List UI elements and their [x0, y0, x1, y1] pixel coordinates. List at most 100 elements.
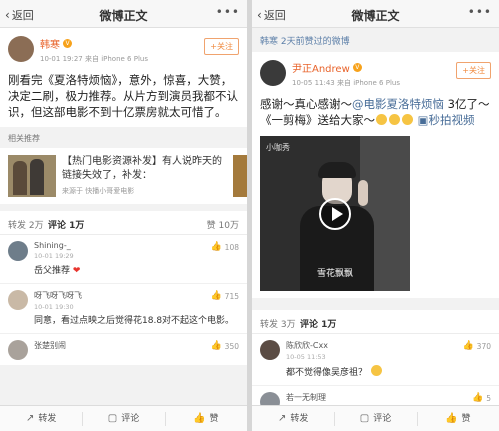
post-author: 尹正Andrew V 10-05 11:43 来自 iPhone 6 Plus … [260, 60, 491, 88]
comment-button[interactable]: ▢ 评论 [82, 406, 164, 431]
comment-like-count: 715 [224, 291, 239, 301]
comment-item: 呀飞呀飞呀飞 10-01 19:30 同意，看过点映之后觉得花18.8对不起这个… [0, 284, 247, 334]
post-meta: 10-05 11:43 来自 iPhone 6 Plus [292, 79, 400, 87]
bottom-action-bar: ↗ 转发 ▢ 评论 👍 赞 [252, 405, 499, 431]
comment-label: 评论 [373, 414, 392, 424]
follow-button[interactable]: +关注 [456, 62, 491, 79]
comment-item: 陈欣欣-Cxx 10-05 11:53 都不觉得像吴彦祖？ 👍 370 [252, 334, 499, 386]
post-text-part: 感谢～真心感谢～ [260, 97, 352, 111]
like-label: 赞 [461, 414, 471, 424]
repost-button[interactable]: ↗ 转发 [252, 406, 334, 431]
comment-time: 10-05 11:53 [286, 353, 326, 361]
emoji-icon [370, 365, 382, 376]
thumbs-up-icon: 👍 [210, 291, 222, 301]
comment-like-button[interactable]: 👍 715 [210, 291, 239, 301]
thumbs-up-icon: 👍 [210, 341, 222, 351]
comment-like-count: 350 [224, 341, 239, 351]
left-screen: ‹ 返回 微博正文 ••• 韩寒 V 10-01 19:27 来自 iPhone… [0, 0, 247, 431]
comment-text: 都不觉得像吴彦祖？ [286, 368, 368, 378]
author-name[interactable]: 韩寒 [40, 36, 60, 51]
comment-author[interactable]: 张楚别闹 [34, 340, 66, 351]
interaction-tabs: 转发 2万 评论 1万 赞 10万 [0, 211, 247, 238]
comment-time: 10-01 19:30 [34, 303, 74, 311]
repost-button[interactable]: ↗ 转发 [0, 406, 82, 431]
tab-comments[interactable]: 评论 1万 [48, 218, 84, 238]
back-label: 返回 [263, 9, 286, 22]
video-player[interactable]: 小咖秀 雪花飘飘 [260, 136, 410, 291]
avatar[interactable] [8, 290, 28, 310]
comment-like-button[interactable]: 👍 5 [472, 393, 491, 403]
chevron-left-icon: ‹ [5, 8, 10, 22]
avatar[interactable] [260, 60, 286, 86]
comment-time: 10-01 19:29 [34, 252, 74, 260]
comment-like-button[interactable]: 👍 108 [210, 242, 239, 252]
bottom-action-bar: ↗ 转发 ▢ 评论 👍 赞 [0, 405, 247, 431]
rec-next-thumbnail[interactable] [233, 155, 247, 197]
rec-text: 【热门电影资源补发】有人说昨天的链接失效了，补发： [62, 156, 222, 181]
post-meta: 10-01 19:27 来自 iPhone 6 Plus [40, 55, 148, 63]
video-link-icon[interactable]: ▣ [414, 113, 429, 127]
tab-repost[interactable]: 转发 2万 [8, 218, 44, 231]
weibo-post: 韩寒 V 10-01 19:27 来自 iPhone 6 Plus +关注 刚看… [0, 28, 247, 127]
back-button[interactable]: ‹ 返回 [257, 7, 286, 23]
more-icon[interactable]: ••• [468, 5, 492, 19]
verified-badge-icon: V [63, 39, 72, 48]
related-section-label: 相关推荐 [0, 127, 247, 148]
rec-source: 来源于 快播小哥爱电影 [62, 187, 135, 195]
comment-icon: ▢ [359, 413, 370, 424]
comment-item: Shining-_ 10-01 19:29 岳父推荐 ❤ 👍 108 [0, 235, 247, 284]
back-button[interactable]: ‹ 返回 [5, 7, 34, 23]
like-button[interactable]: 👍 赞 [164, 406, 247, 431]
thumbs-up-icon: 👍 [472, 393, 484, 403]
thumbs-up-icon: 👍 [193, 413, 206, 424]
avatar[interactable] [8, 340, 28, 360]
comment-author[interactable]: 呀飞呀飞呀飞 [34, 290, 82, 301]
repost-label: 转发 [290, 414, 309, 424]
post-author: 韩寒 V 10-01 19:27 来自 iPhone 6 Plus +关注 [8, 36, 239, 64]
avatar[interactable] [8, 36, 34, 62]
repost-icon: ↗ [25, 413, 35, 424]
thumbs-up-icon: 👍 [210, 242, 222, 252]
back-label: 返回 [11, 9, 34, 22]
video-link[interactable]: 秒拍视频 [429, 113, 475, 127]
follow-button[interactable]: +关注 [204, 38, 239, 55]
tab-repost[interactable]: 转发 3万 [260, 317, 296, 330]
comment-like-count: 108 [224, 242, 239, 252]
video-caption: 雪花飘飘 [316, 269, 353, 279]
comment-like-button[interactable]: 👍 370 [462, 341, 491, 351]
mention-link[interactable]: @电影夏洛特烦恼 [352, 97, 444, 111]
comment-text: 岳父推荐 [34, 266, 71, 276]
recommended-post[interactable]: 【热门电影资源补发】有人说昨天的链接失效了，补发： 来源于 快播小哥爱电影 [0, 148, 247, 204]
top-nav-bar: ‹ 返回 微博正文 ••• [252, 0, 499, 28]
avatar[interactable] [260, 340, 280, 360]
like-button[interactable]: 👍 赞 [416, 406, 499, 431]
comment-author[interactable]: Shining-_ [34, 241, 74, 250]
comment-item: 张楚别闹 👍 350 [0, 334, 247, 365]
author-name[interactable]: 尹正Andrew [292, 60, 350, 75]
thumbs-up-icon: 👍 [462, 341, 474, 351]
liked-by-note[interactable]: 韩寒 2天前赞过的微博 [252, 28, 499, 52]
avatar[interactable] [8, 241, 28, 261]
rec-thumbnail [8, 155, 56, 197]
right-screen: ‹ 返回 微博正文 ••• 韩寒 2天前赞过的微博 尹正Andrew V 10-… [252, 0, 499, 431]
page-title: 微博正文 [351, 9, 400, 23]
comment-like-button[interactable]: 👍 350 [210, 341, 239, 351]
emoji-icon [376, 114, 387, 125]
comment-author[interactable]: 陈欣欣-Cxx [286, 340, 328, 351]
thumbs-up-icon: 👍 [445, 413, 458, 424]
repost-label: 转发 [38, 414, 57, 424]
interaction-tabs: 转发 3万 评论 1万 [252, 310, 499, 337]
weibo-post: 尹正Andrew V 10-05 11:43 来自 iPhone 6 Plus … [252, 52, 499, 298]
more-icon[interactable]: ••• [216, 5, 240, 19]
verified-badge-icon: V [352, 63, 362, 72]
like-label: 赞 [209, 414, 219, 424]
tab-comments[interactable]: 评论 1万 [300, 317, 336, 337]
comment-text: 同意，看过点映之后觉得花18.8对不起这个电影。 [34, 316, 235, 326]
tab-likes[interactable]: 赞 10万 [207, 218, 239, 231]
comment-button[interactable]: ▢ 评论 [334, 406, 416, 431]
post-text: 刚看完《夏洛特烦恼》，意外，惊喜，大赞，决定二刷，极力推荐。从片方到演员我都不认… [8, 73, 238, 119]
top-nav-bar: ‹ 返回 微博正文 ••• [0, 0, 247, 28]
comment-like-count: 5 [486, 393, 491, 403]
comment-author[interactable]: 若一无制理 [286, 392, 326, 403]
play-icon[interactable] [319, 198, 351, 230]
